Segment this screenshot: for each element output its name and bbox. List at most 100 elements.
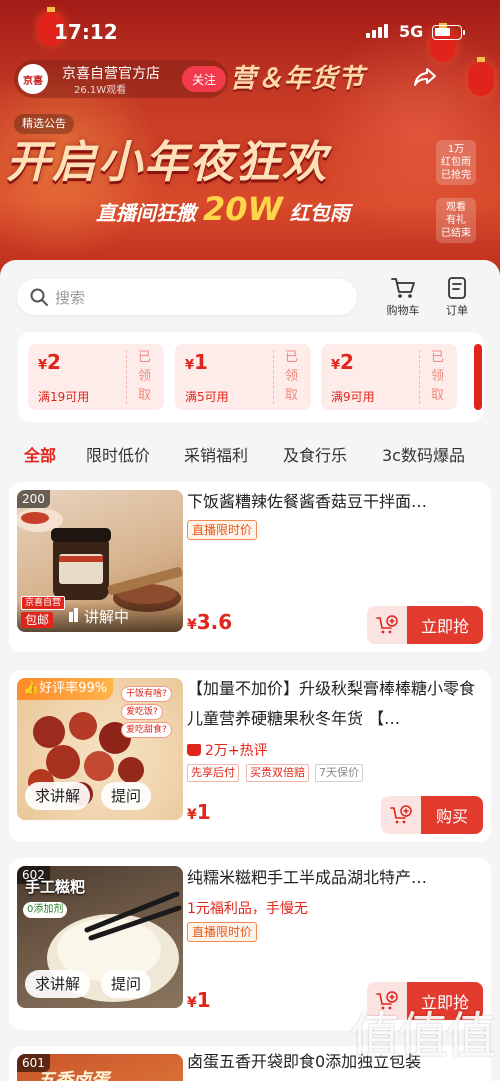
coupon-amount: ¥2 — [38, 350, 61, 374]
live-stream-background: 17:12 5G 京喜 京喜自营官方店 26.1W观看 关注 营＆年货节 精选公… — [0, 0, 500, 290]
coupon-condition: 满9可用 — [331, 390, 375, 404]
lantern-decoration — [468, 57, 494, 96]
product-title[interactable]: 【加量不加价】升级秋梨膏棒棒糖小零食儿童营养硬糖果秋冬年货 【… — [187, 674, 475, 734]
orders-icon — [448, 277, 466, 299]
banner-subtitle: 营＆年货节 — [230, 64, 366, 94]
red-packet-side-card[interactable]: 1万 红包雨 已抢完 — [436, 140, 476, 185]
red-packet-suffix: 红包雨 — [289, 201, 350, 225]
live-price-badge: 直播限时价 — [187, 922, 258, 942]
thumbs-up-icon: 👍 — [23, 681, 40, 696]
pay-later-tag: 先享后付 — [187, 764, 239, 782]
rating-text: 好评率99% — [39, 681, 108, 696]
review-count: 2万+热评 — [187, 740, 268, 760]
product-subtitle: 1元福利品，手慢无 — [187, 901, 308, 917]
anchor-avatar: 京喜 — [18, 64, 48, 94]
tab-limited-price[interactable]: 限时低价 — [86, 442, 150, 466]
product-thumbnail[interactable]: 602 手工糍粑 0添加剂 求讲解 提问 — [17, 866, 183, 1008]
orders-button[interactable]: 订单 — [434, 276, 480, 318]
status-bar: 17:12 5G — [0, 0, 500, 60]
free-shipping-tag: 包邮 — [21, 612, 54, 628]
request-explain-button[interactable]: 求讲解 — [25, 970, 91, 998]
self-operated-tag: 京喜自营 — [21, 596, 66, 610]
tab-food[interactable]: 及食行乐 — [283, 442, 347, 466]
side-card-line: 观看 — [446, 202, 466, 213]
price-protection-tag: 7天保价 — [315, 764, 363, 782]
product-card[interactable]: 👍好评率99% 干饭有啥? 爱吃饭? 爱吃甜食? 求讲解 提问 【加量不加价】升… — [9, 670, 491, 842]
side-card-line: 有礼 — [446, 215, 466, 226]
product-card[interactable]: 200 京喜自营 包邮 讲解中 下饭酱糟辣佐餐酱香菇豆干拌面… 直播限时价 ¥3… — [9, 482, 491, 652]
ask-question-button[interactable]: 提问 — [101, 782, 152, 810]
coupon-amount: ¥1 — [185, 350, 208, 374]
product-thumbnail[interactable]: 200 京喜自营 包邮 讲解中 — [17, 490, 183, 632]
red-packet-amount: 20W — [202, 190, 283, 228]
product-price: ¥1 — [187, 988, 211, 1012]
share-icon[interactable] — [412, 66, 438, 88]
product-price: ¥1 — [187, 800, 211, 824]
buy-button[interactable]: 购买 — [421, 796, 483, 834]
thumbnail-title: 五香卤蛋 — [37, 1070, 109, 1081]
network-type: 5G — [399, 22, 424, 41]
gift-side-card[interactable]: 观看 有礼 已结束 — [436, 198, 476, 243]
coupon-status: 已领取 — [138, 350, 152, 403]
coupon-divider — [273, 350, 274, 404]
cart-plus-icon — [376, 615, 398, 634]
product-thumbnail[interactable]: 👍好评率99% 干饭有啥? 爱吃饭? 爱吃甜食? 求讲解 提问 — [17, 678, 183, 820]
side-card-line: 红包雨 — [441, 157, 471, 168]
tab-3c-digital[interactable]: 3c数码爆品 — [382, 442, 465, 466]
coupon-strip: ¥2 满19可用 已领取 ¥1 满5可用 已领取 ¥2 满9可用 已领取 — [18, 332, 484, 422]
add-to-cart-button[interactable] — [381, 796, 421, 834]
cart-label: 购物车 — [386, 304, 420, 317]
rating-badge: 👍好评率99% — [17, 678, 114, 700]
product-price: ¥3.6 — [187, 610, 233, 634]
red-packet-prefix: 直播间狂撒 — [96, 201, 196, 225]
live-status-text: 讲解中 — [84, 608, 130, 626]
coupon-card[interactable]: ¥2 满9可用 已领取 — [321, 344, 457, 410]
red-packet-banner: 直播间狂撒 20W 红包雨 — [96, 190, 350, 228]
anchor-name: 京喜自营官方店 — [62, 66, 160, 82]
product-title[interactable]: 纯糯米糍粑手工半成品湖北特产… — [187, 864, 475, 892]
viewer-count: 26.1W观看 — [74, 85, 127, 96]
search-input[interactable]: 搜索 — [17, 279, 357, 315]
coupon-amount: ¥2 — [331, 350, 354, 374]
signal-icon — [366, 24, 388, 38]
tab-procurement-benefits[interactable]: 采销福利 — [184, 442, 248, 466]
coupon-status: 已领取 — [431, 350, 445, 403]
side-card-line: 1万 — [447, 144, 465, 155]
live-price-badge: 直播限时价 — [187, 520, 258, 540]
coupon-card[interactable]: ¥2 满19可用 已领取 — [28, 344, 164, 410]
side-card-line: 已抢完 — [441, 170, 471, 181]
double-refund-tag: 买贵双倍赔 — [246, 764, 309, 782]
thumbnail-bubble: 爱吃饭? — [121, 704, 163, 720]
sheet-toolbar: 搜索 购物车 订单 — [0, 260, 500, 332]
coupon-card[interactable]: ¥1 满5可用 已领取 — [175, 344, 311, 410]
add-to-cart-button[interactable] — [367, 606, 407, 644]
cart-plus-icon — [390, 805, 412, 824]
ask-question-button[interactable]: 提问 — [101, 970, 152, 998]
follow-button[interactable]: 关注 — [182, 66, 226, 92]
cart-icon — [391, 278, 415, 298]
request-explain-button[interactable]: 求讲解 — [25, 782, 91, 810]
cart-button[interactable]: 购物车 — [380, 276, 426, 318]
tab-all[interactable]: 全部 — [24, 442, 56, 466]
status-time: 17:12 — [54, 20, 118, 44]
search-icon — [30, 288, 48, 306]
orders-label: 订单 — [446, 304, 468, 317]
coupon-divider — [126, 350, 127, 404]
thumbnail-title: 手工糍粑 — [25, 878, 86, 896]
product-thumbnail[interactable]: 601 五香卤蛋 — [17, 1054, 183, 1081]
product-sheet: 搜索 购物车 订单 ¥2 满19可用 已领取 ¥1 满5可用 已领取 ¥2 满9… — [0, 260, 500, 1081]
banner-headline: 开启小年夜狂欢 — [6, 137, 328, 188]
review-text: 2万+热评 — [205, 743, 268, 759]
coupon-condition: 满19可用 — [38, 390, 90, 404]
search-placeholder: 搜索 — [55, 289, 86, 307]
side-card-line: 已结束 — [441, 228, 471, 239]
buy-now-button[interactable]: 立即抢 — [407, 606, 483, 644]
thumbnail-bubble: 爱吃甜食? — [121, 722, 172, 738]
live-bars-icon — [69, 612, 73, 622]
watermark-logo: 值值值 — [350, 1007, 496, 1065]
product-title[interactable]: 下饭酱糟辣佐餐酱香菇豆干拌面… — [187, 488, 475, 516]
category-tabs: 全部 限时低价 采销福利 及食行乐 3c数码爆品 — [0, 442, 500, 472]
thumbnail-bubble: 干饭有啥? — [121, 686, 172, 702]
no-additive-chip: 0添加剂 — [23, 902, 68, 918]
coupon-scroll-indicator — [474, 344, 482, 410]
